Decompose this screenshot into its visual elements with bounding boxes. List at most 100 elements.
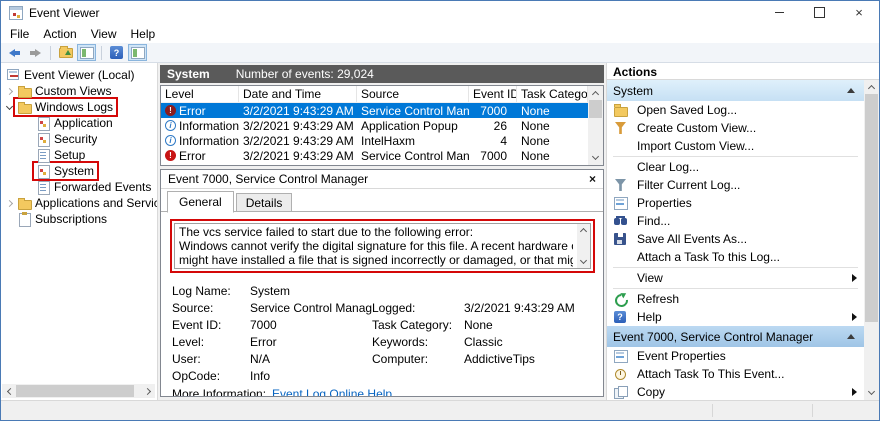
scroll-up-icon[interactable] bbox=[581, 224, 586, 236]
scroll-down-icon[interactable] bbox=[864, 386, 879, 400]
action-item-icon bbox=[613, 271, 629, 285]
column-event-id[interactable]: Event ID bbox=[469, 86, 517, 102]
close-detail-icon[interactable]: × bbox=[589, 172, 596, 186]
action-item[interactable]: Import Custom View... bbox=[607, 137, 864, 155]
table-vertical-scrollbar[interactable] bbox=[588, 86, 603, 165]
more-information-row: More Information: Event Log Online Help bbox=[172, 387, 595, 396]
tree-item-icon bbox=[18, 213, 31, 225]
action-item[interactable]: Create Custom View... bbox=[607, 119, 864, 137]
field-label: Computer: bbox=[372, 352, 464, 366]
action-item-label: Event Properties bbox=[637, 349, 852, 363]
action-item[interactable]: View bbox=[607, 269, 864, 287]
show-console-tree-icon[interactable] bbox=[77, 44, 96, 61]
tree-item[interactable]: Forwarded Events bbox=[1, 179, 157, 195]
show-action-pane-icon[interactable] bbox=[128, 44, 147, 61]
action-section-header[interactable]: Event 7000, Service Control Manager bbox=[607, 326, 864, 347]
action-item[interactable]: Event Properties bbox=[607, 347, 864, 365]
status-divider bbox=[712, 404, 713, 417]
column-date-time[interactable]: Date and Time bbox=[239, 86, 357, 102]
forward-icon[interactable] bbox=[26, 44, 45, 61]
back-icon[interactable] bbox=[5, 44, 24, 61]
tree-item[interactable]: Setup bbox=[1, 147, 157, 163]
collapse-icon[interactable] bbox=[847, 334, 855, 339]
action-item[interactable]: Attach a Task To this Log... bbox=[607, 248, 864, 266]
column-task-category[interactable]: Task Category bbox=[517, 86, 588, 102]
table-row[interactable]: Error 3/2/2021 9:43:29 AM Service Contro… bbox=[161, 148, 588, 163]
field-value: Classic bbox=[464, 335, 595, 349]
description-line: Windows cannot verify the digital signat… bbox=[179, 239, 573, 253]
action-item[interactable]: Clear Log... bbox=[607, 158, 864, 176]
column-level[interactable]: Level bbox=[161, 86, 239, 102]
source-cell: Application Popup bbox=[357, 118, 469, 133]
action-section: System Open Saved Log... Create Custom V… bbox=[607, 80, 864, 326]
table-row[interactable]: Error 3/2/2021 9:43:29 AM Service Contro… bbox=[161, 103, 588, 118]
collapse-icon[interactable] bbox=[847, 88, 855, 93]
level-icon bbox=[165, 105, 176, 116]
action-item-label: Filter Current Log... bbox=[637, 178, 852, 192]
scrollbar-thumb[interactable] bbox=[865, 94, 878, 322]
tree-horizontal-scrollbar[interactable] bbox=[2, 384, 155, 398]
menu-help[interactable]: Help bbox=[124, 27, 163, 41]
actions-scrollbar[interactable] bbox=[864, 80, 879, 400]
menu-view[interactable]: View bbox=[84, 27, 124, 41]
action-section-header[interactable]: System bbox=[607, 80, 864, 101]
action-item[interactable]: Attach Task To This Event... bbox=[607, 365, 864, 383]
action-item-label: View bbox=[637, 271, 852, 285]
action-item[interactable]: Copy bbox=[607, 383, 864, 400]
close-icon[interactable]: × bbox=[839, 1, 879, 24]
open-saved-log-icon[interactable] bbox=[56, 44, 75, 61]
action-item[interactable]: Refresh bbox=[607, 290, 864, 308]
action-item-icon bbox=[613, 385, 629, 399]
action-item[interactable]: Help bbox=[607, 308, 864, 326]
tree-item[interactable]: System bbox=[1, 163, 157, 179]
source-cell: Service Control Manager bbox=[357, 148, 469, 163]
scrollbar-thumb[interactable] bbox=[589, 100, 602, 118]
event-detail-title: Event 7000, Service Control Manager bbox=[168, 172, 368, 186]
menu-bar: File Action View Help bbox=[1, 24, 879, 43]
expander-icon[interactable] bbox=[4, 106, 15, 109]
scroll-left-icon[interactable] bbox=[2, 384, 16, 398]
date-time-cell: 3/2/2021 9:43:29 AM bbox=[239, 148, 357, 163]
field-label: OpCode: bbox=[172, 369, 250, 383]
minimize-icon[interactable] bbox=[759, 1, 799, 24]
help-icon[interactable]: ? bbox=[107, 44, 126, 61]
tree-item[interactable]: Application bbox=[1, 115, 157, 131]
tree-item[interactable]: Custom Views bbox=[1, 83, 157, 99]
table-row[interactable]: Information 3/2/2021 9:43:29 AM IntelHax… bbox=[161, 133, 588, 148]
scroll-down-icon[interactable] bbox=[581, 256, 586, 268]
menu-action[interactable]: Action bbox=[36, 27, 83, 41]
action-item[interactable]: Find... bbox=[607, 212, 864, 230]
tree-item-label: Event Viewer (Local) bbox=[24, 68, 135, 82]
menu-file[interactable]: File bbox=[3, 27, 36, 41]
scroll-up-icon[interactable] bbox=[588, 86, 603, 100]
expander-icon[interactable] bbox=[4, 89, 15, 94]
action-item[interactable]: Filter Current Log... bbox=[607, 176, 864, 194]
event-log-online-help-link[interactable]: Event Log Online Help bbox=[272, 387, 595, 396]
action-item[interactable]: Save All Events As... bbox=[607, 230, 864, 248]
description-scrollbar[interactable] bbox=[577, 224, 590, 268]
scroll-up-icon[interactable] bbox=[864, 80, 879, 94]
action-item-label: Find... bbox=[637, 214, 852, 228]
tab-details[interactable]: Details bbox=[236, 193, 293, 212]
column-source[interactable]: Source bbox=[357, 86, 469, 102]
more-information-label: More Information: bbox=[172, 387, 272, 396]
field-row: Level: Error Keywords: Classic bbox=[172, 335, 595, 352]
table-row[interactable]: Information 3/2/2021 9:43:29 AM Applicat… bbox=[161, 118, 588, 133]
field-value: Info bbox=[250, 369, 372, 383]
action-item-label: Import Custom View... bbox=[637, 139, 852, 153]
maximize-icon[interactable] bbox=[799, 1, 839, 24]
tree-item[interactable]: Subscriptions bbox=[1, 211, 157, 227]
expander-icon[interactable] bbox=[4, 201, 15, 206]
tree-item[interactable]: Applications and Services Lo bbox=[1, 195, 157, 211]
tree-item[interactable]: Windows Logs bbox=[1, 99, 157, 115]
scrollbar-thumb[interactable] bbox=[16, 385, 134, 397]
event-description: The vcs service failed to start due to t… bbox=[175, 224, 577, 268]
tab-general[interactable]: General bbox=[167, 191, 234, 213]
action-item-label: Clear Log... bbox=[637, 160, 852, 174]
scroll-down-icon[interactable] bbox=[588, 151, 603, 165]
tree-item[interactable]: Security bbox=[1, 131, 157, 147]
action-item[interactable]: Properties bbox=[607, 194, 864, 212]
action-item[interactable]: Open Saved Log... bbox=[607, 101, 864, 119]
scroll-right-icon[interactable] bbox=[141, 384, 155, 398]
tree-item[interactable]: Event Viewer (Local) bbox=[1, 67, 157, 83]
